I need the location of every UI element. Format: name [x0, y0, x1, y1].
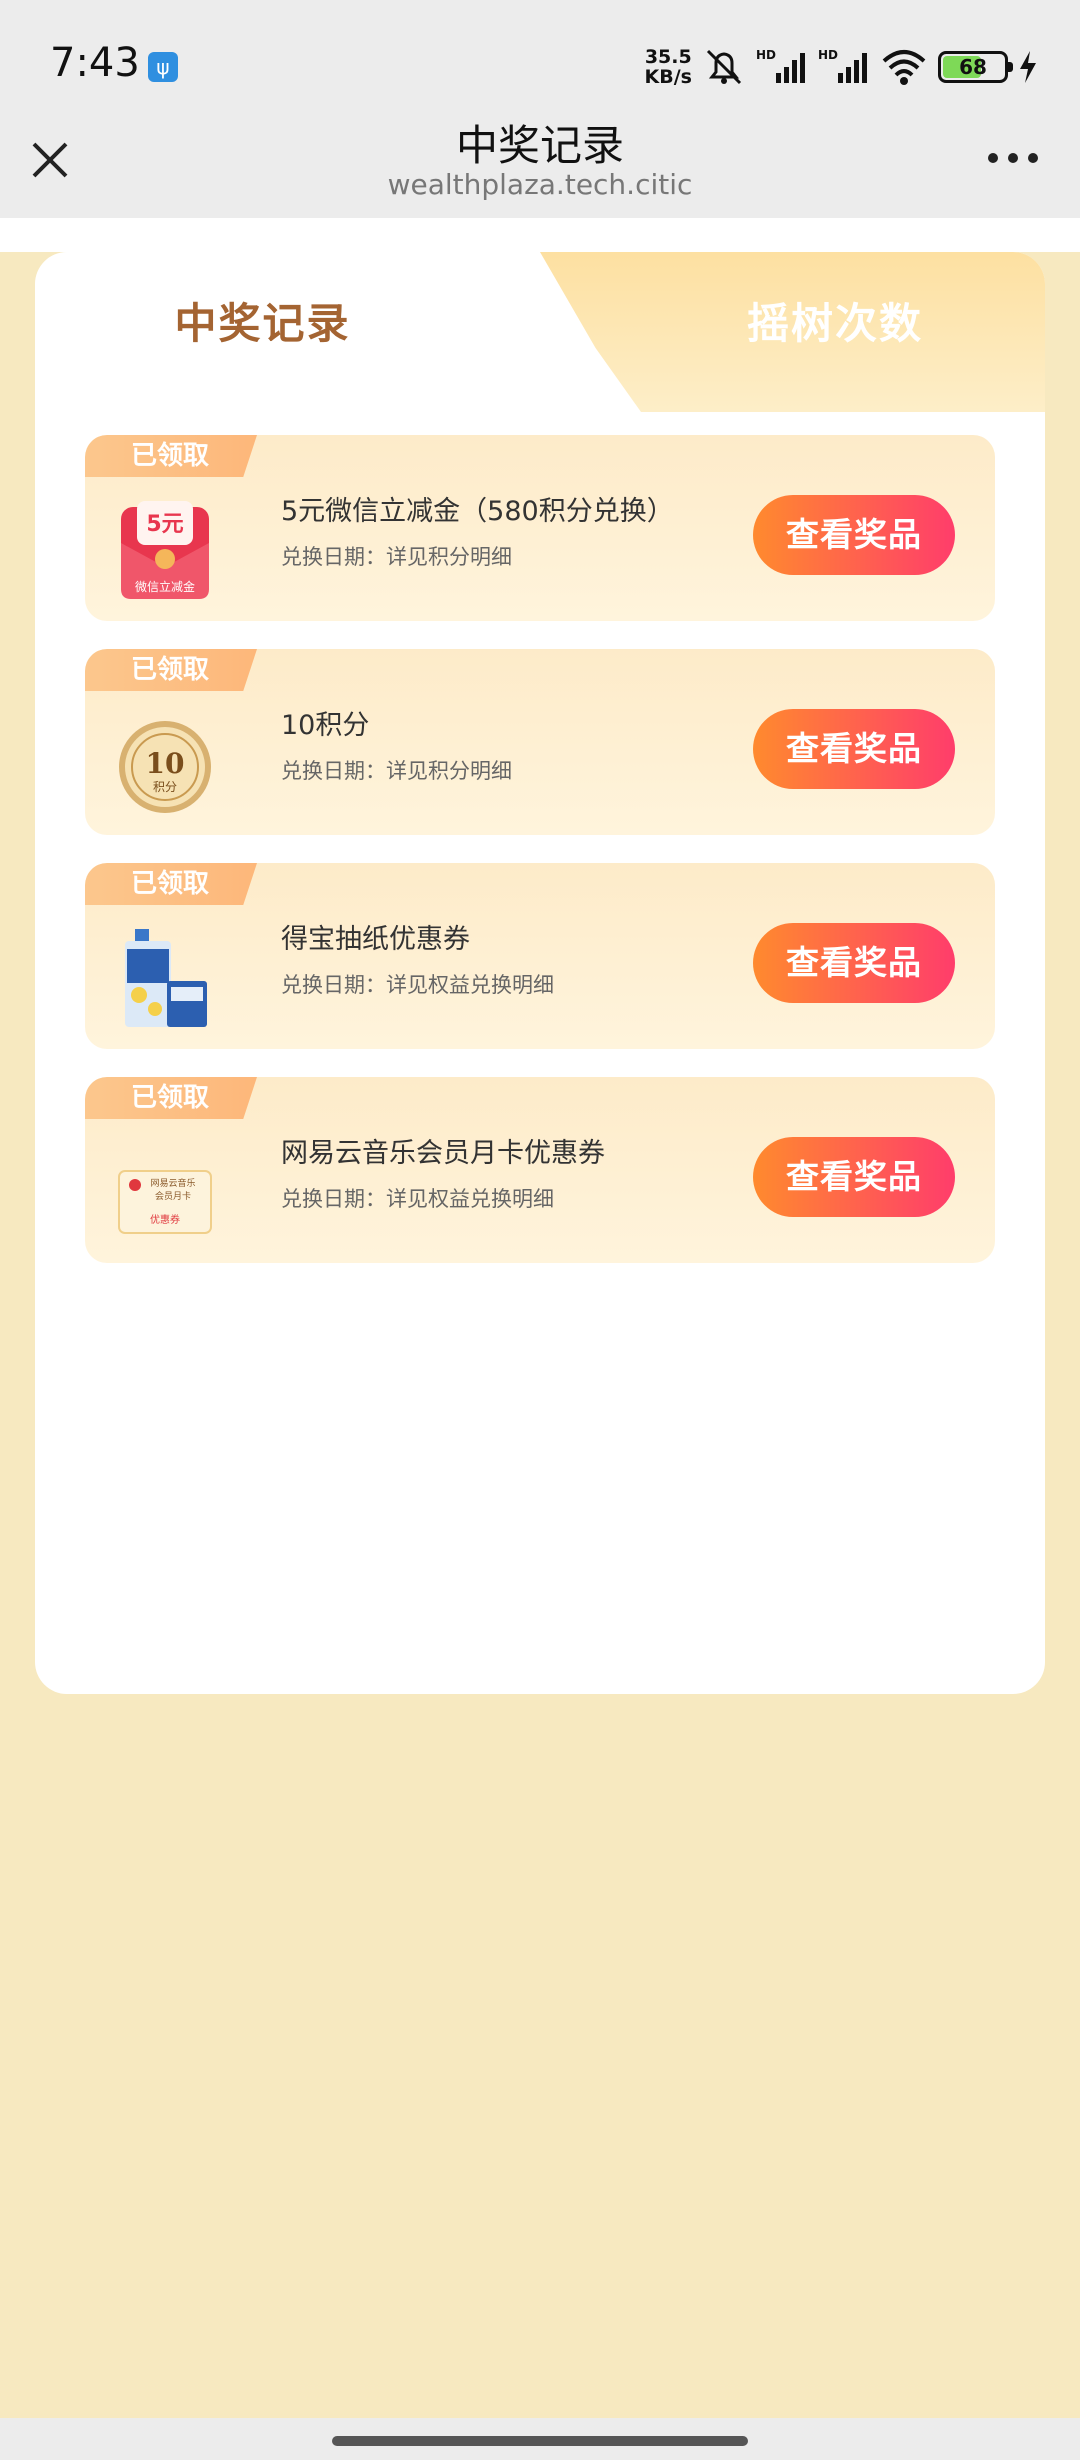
- svg-text:网易云音乐: 网易云音乐: [150, 1177, 195, 1189]
- view-prize-button[interactable]: 查看奖品: [753, 923, 955, 1003]
- status-icons: 35.5 KB/s HD HD 68: [645, 44, 1038, 90]
- wifi-icon: [882, 50, 926, 85]
- charging-icon: [1020, 51, 1036, 83]
- svg-text:微信立减金: 微信立减金: [135, 579, 195, 594]
- claimed-badge: 已领取: [85, 1077, 257, 1119]
- battery-percent: 68: [959, 55, 987, 79]
- music-coupon-icon: 网易云音乐 会员月卡 优惠券: [118, 1170, 212, 1234]
- home-indicator-area: [0, 2418, 1080, 2460]
- svg-text:积分: 积分: [153, 780, 177, 794]
- record-date: 兑换日期：详见权益兑换明细: [281, 1187, 554, 1211]
- nav-bar: 中奖记录 wealthplaza.tech.citic: [0, 110, 1080, 218]
- record-title: 得宝抽纸优惠券: [281, 924, 470, 955]
- record-title: 网易云音乐会员月卡优惠券: [281, 1138, 605, 1169]
- signal-hd-2-icon: HD: [818, 48, 867, 83]
- svg-text:5元: 5元: [146, 512, 183, 537]
- page-title: 中奖记录: [455, 121, 624, 170]
- tab-shake-count-label[interactable]: 摇树次数: [635, 290, 1035, 351]
- svg-text:HD: HD: [756, 48, 776, 62]
- record-title: 5元微信立减金（580积分兑换）: [281, 496, 674, 527]
- status-bar: 7:43 ψ 35.5 KB/s HD HD 68: [0, 0, 1080, 110]
- points-coin-icon: 10 积分: [119, 721, 211, 813]
- view-prize-button[interactable]: 查看奖品: [753, 709, 955, 789]
- record-date: 兑换日期：详见积分明细: [281, 545, 512, 569]
- svg-text:会员月卡: 会员月卡: [155, 1190, 191, 1202]
- header-divider: [0, 218, 1080, 252]
- claimed-badge: 已领取: [85, 863, 257, 905]
- records-card: 中奖记录 摇树次数 已领取 5元 微信立减金 5元微信立减金（580积分兑换） …: [35, 252, 1045, 1694]
- svg-text:HD: HD: [818, 48, 838, 62]
- record-date: 兑换日期：详见权益兑换明细: [281, 973, 554, 997]
- home-indicator[interactable]: [332, 2436, 748, 2446]
- wechat-discount-icon: 5元 微信立减金: [121, 501, 209, 599]
- record-item: 已领取 网易云音乐 会员月卡 优惠券 网易云音乐会员月卡优惠券 兑换日期：详见权…: [85, 1077, 995, 1263]
- signal-hd-1-icon: HD: [756, 48, 805, 83]
- record-item: 已领取 10 积分 10积分 兑换日期：详见积分明细 查看奖品: [85, 649, 995, 835]
- claimed-badge: 已领取: [85, 435, 257, 477]
- tissue-pack-icon: [125, 929, 207, 1027]
- view-prize-button[interactable]: 查看奖品: [753, 1137, 955, 1217]
- claimed-badge: 已领取: [85, 649, 257, 691]
- tab-win-records[interactable]: 中奖记录: [35, 290, 490, 351]
- svg-text:10: 10: [146, 747, 185, 780]
- record-date: 兑换日期：详见积分明细: [281, 759, 512, 783]
- more-options-icon[interactable]: [988, 148, 1038, 168]
- battery-icon: 68: [938, 51, 1013, 83]
- page-url: wealthplaza.tech.citic: [387, 168, 693, 201]
- status-time: 7:43: [50, 40, 140, 86]
- view-prize-button[interactable]: 查看奖品: [753, 495, 955, 575]
- svg-text:优惠券: 优惠券: [150, 1213, 180, 1226]
- usb-icon: ψ: [148, 52, 178, 82]
- record-item: 已领取 得宝抽纸优惠券 兑换日期：详见权益兑换明细 查看奖品: [85, 863, 995, 1049]
- mute-notification-icon: [706, 49, 742, 85]
- record-title: 10积分: [281, 710, 370, 741]
- network-speed: 35.5 KB/s: [644, 46, 692, 88]
- record-item: 已领取 5元 微信立减金 5元微信立减金（580积分兑换） 兑换日期：详见积分明…: [85, 435, 995, 621]
